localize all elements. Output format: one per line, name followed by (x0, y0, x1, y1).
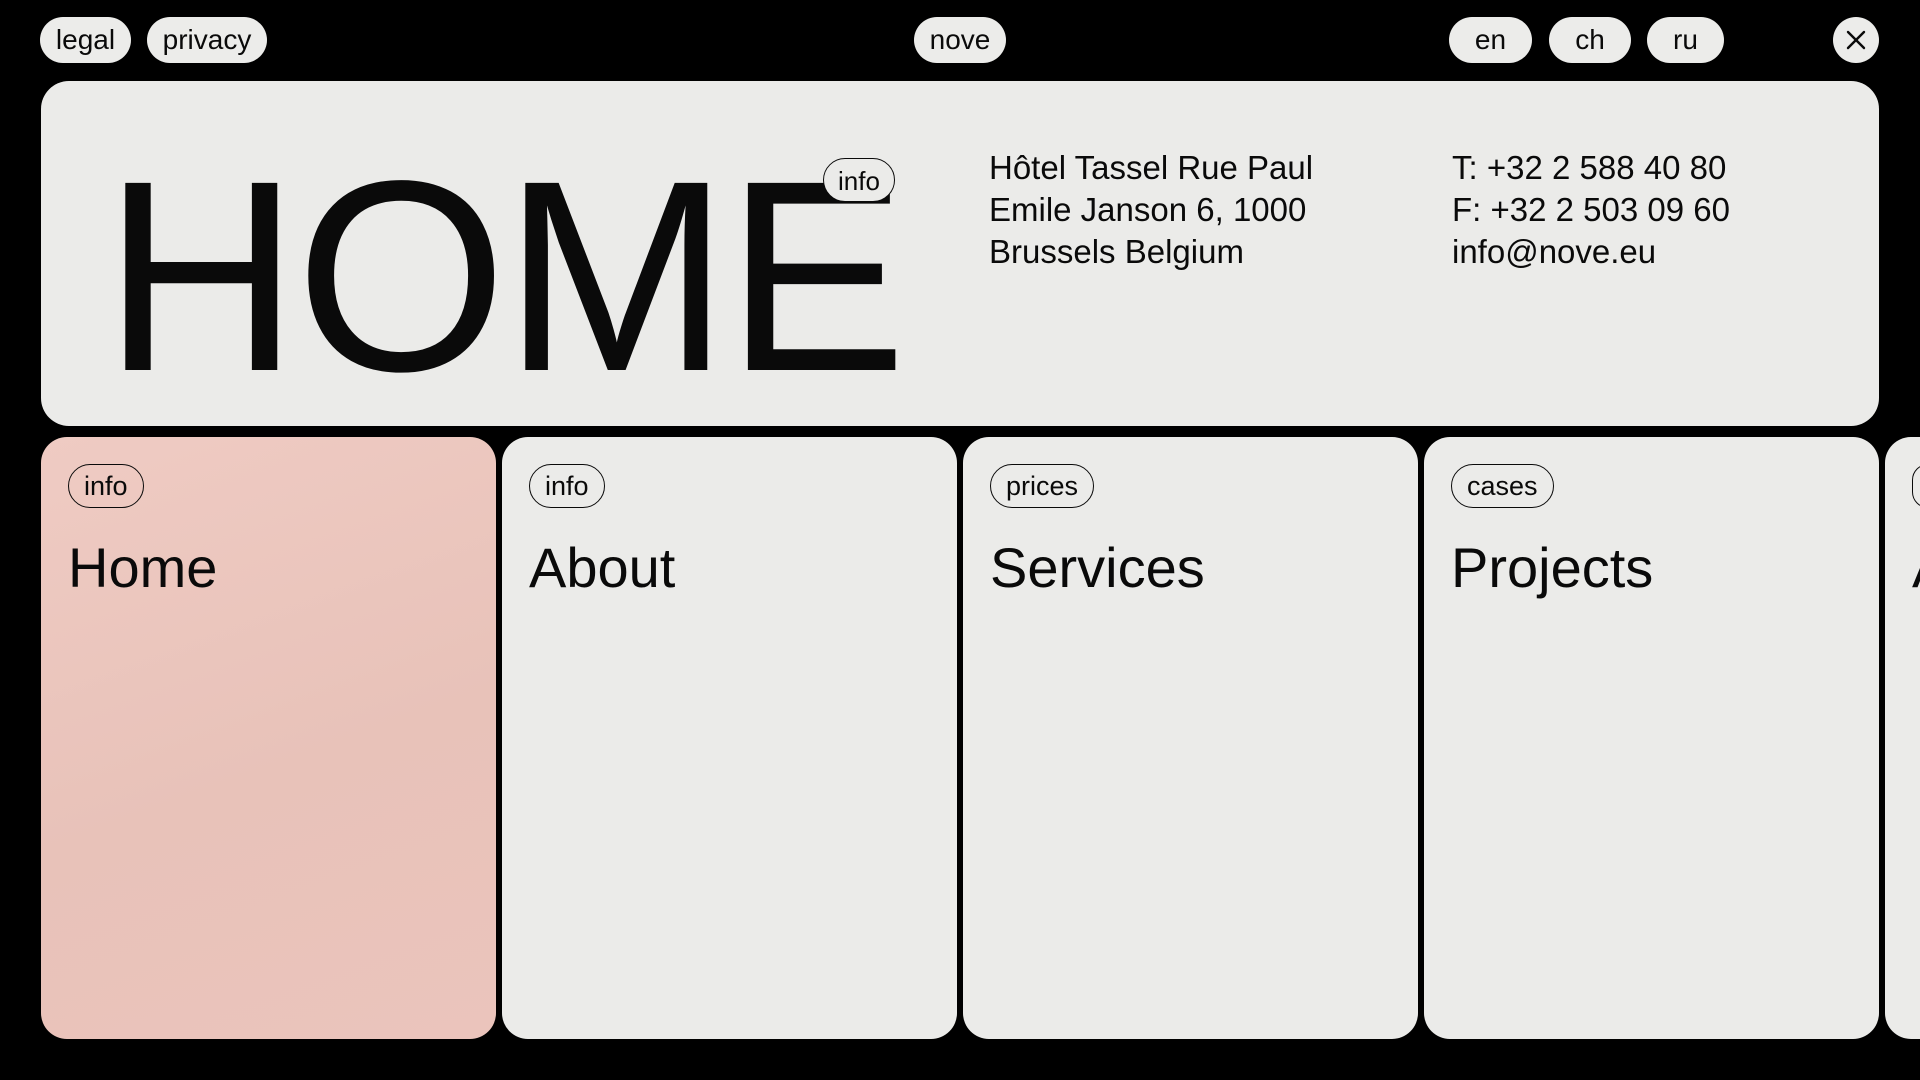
card-tag: cases (1451, 464, 1554, 508)
address-line: Brussels Belgium (989, 233, 1244, 270)
close-button[interactable] (1833, 17, 1879, 63)
card-about[interactable]: info About (502, 437, 957, 1039)
address-block: Hôtel Tassel Rue Paul Emile Janson 6, 10… (989, 147, 1313, 273)
card-tag: info (529, 464, 605, 508)
card-title: About (529, 536, 676, 599)
privacy-link[interactable]: privacy (147, 17, 267, 63)
card-tag (1912, 464, 1920, 508)
top-bar: legal privacy nove en ch ru (0, 0, 1920, 78)
card-home[interactable]: info Home (41, 437, 496, 1039)
card-services[interactable]: prices Services (963, 437, 1418, 1039)
address-line: Hôtel Tassel Rue Paul (989, 149, 1314, 186)
card-tag: info (68, 464, 144, 508)
hero-info-badge[interactable]: info (823, 158, 895, 202)
fax-number: F: +32 2 503 09 60 (1452, 191, 1730, 228)
address-line: Emile Janson 6, 1000 (989, 191, 1307, 228)
card-partial[interactable]: A (1885, 437, 1920, 1039)
section-cards: info Home info About prices Services cas… (0, 437, 1920, 1039)
close-icon (1846, 30, 1866, 50)
brand-home-button[interactable]: nove (914, 17, 1006, 63)
language-ch-button[interactable]: ch (1549, 17, 1631, 63)
card-projects[interactable]: cases Projects (1424, 437, 1879, 1039)
email-link[interactable]: info@nove.eu (1452, 231, 1730, 273)
card-title: A (1912, 533, 1920, 603)
card-title: Projects (1451, 536, 1654, 599)
card-title: Services (990, 536, 1205, 599)
hero-panel: HOME info Hôtel Tassel Rue Paul Emile Ja… (41, 81, 1879, 426)
card-title: Home (68, 536, 218, 599)
language-en-button[interactable]: en (1449, 17, 1532, 63)
legal-link[interactable]: legal (40, 17, 131, 63)
card-tag: prices (990, 464, 1095, 508)
language-ru-button[interactable]: ru (1647, 17, 1724, 63)
page-title: HOME (103, 124, 907, 426)
contact-block: T: +32 2 588 40 80 F: +32 2 503 09 60 in… (1452, 147, 1730, 273)
phone-number: T: +32 2 588 40 80 (1452, 149, 1727, 186)
